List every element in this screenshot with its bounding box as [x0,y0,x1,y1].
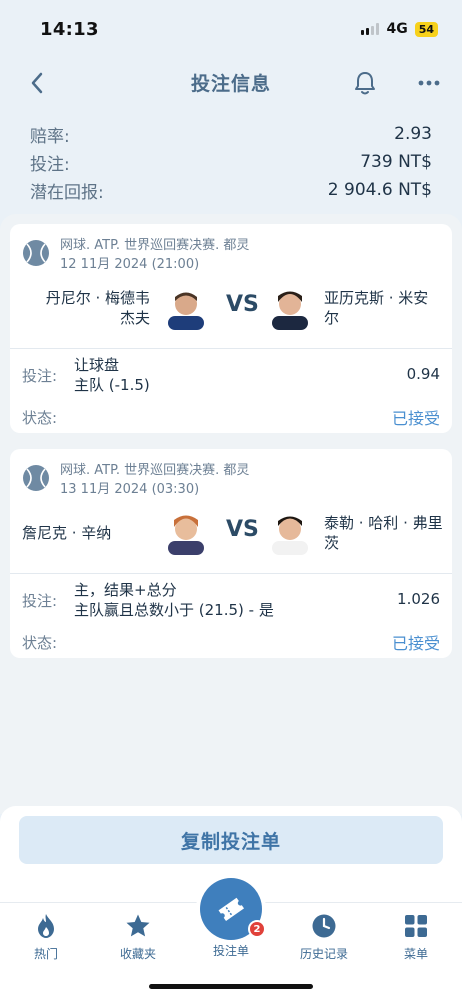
network-label: 4G [386,21,408,37]
card-header: 网球. ATP. 世界巡回赛决赛. 都灵 13 11月 2024 (03:30) [10,449,452,507]
away-team: 泰勒 · 哈利 · 弗里 茨 [324,513,448,553]
away-team-name: 泰勒 · 哈利 · 弗里 [324,514,443,532]
versus-label: VS [226,517,259,542]
home-team: 詹尼克 · 辛纳 [22,513,150,543]
bet-market: 主，结果+总分 [74,581,177,599]
tab-hot[interactable]: 热门 [6,911,86,962]
player-avatar [168,515,204,555]
card-header: 网球. ATP. 世界巡回赛决赛. 都灵 12 11月 2024 (21:00) [10,224,452,282]
bet-label: 投注: [22,592,58,610]
return-label: 潜在回报: [30,182,104,203]
home-team-name: 丹尼尔 · 梅德韦 [45,289,150,307]
bet-label: 投注: [22,367,58,385]
flame-icon [38,914,54,938]
league-name: 网球. ATP. 世界巡回赛决赛. 都灵 [60,463,250,478]
ticket-icon [218,897,245,922]
tab-history[interactable]: 历史记录 [284,911,364,962]
stake-label: 投注: [30,154,70,175]
bell-icon [355,72,375,95]
bet-selection: 主队 (-1.5) [74,376,150,394]
player-avatar [168,292,204,330]
tab-menu[interactable]: 菜单 [376,911,456,962]
tab-menu-label: 菜单 [403,947,428,961]
bet-market: 让球盘 [74,356,120,374]
stake-row: 投注: 739 NT$ [30,148,432,176]
odds-row: 赔率: 2.93 [30,120,432,148]
tab-betslip-label: 投注单 [212,944,249,958]
bet-card[interactable]: 网球. ATP. 世界巡回赛决赛. 都灵 13 11月 2024 (03:30)… [10,449,452,658]
bet-summary: 赔率: 2.93 投注: 739 NT$ 潜在回报: 2 904.6 NT$ [30,120,432,204]
more-options-button[interactable] [414,68,444,98]
signal-icon [361,23,380,35]
star-icon [126,914,150,937]
state-label: 状态: [22,634,58,652]
league-name: 网球. ATP. 世界巡回赛决赛. 都灵 [60,238,250,253]
bet-details: 主，结果+总分 主队赢且总数小于 (21.5) - 是 [74,580,274,620]
bets-sheet: 网球. ATP. 世界巡回赛决赛. 都灵 12 11月 2024 (21:00)… [0,214,462,814]
tennis-ball-icon [23,465,49,491]
betslip-count-badge: 2 [248,920,266,938]
return-value: 2 904.6 NT$ [327,180,432,200]
state-row: 状态: 已接受 [10,628,452,658]
home-team: 丹尼尔 · 梅德韦 杰夫 [22,288,150,328]
match-date: 13 11月 2024 (03:30) [60,482,200,497]
match-date: 12 11月 2024 (21:00) [60,257,200,272]
stake-value: 739 NT$ [360,152,432,172]
grid-menu-icon [405,915,427,937]
home-team-name: 詹尼克 · 辛纳 [22,524,112,542]
status-time: 14:13 [40,18,99,40]
odds-value: 2.93 [394,124,432,144]
away-team-name-cont: 尔 [324,309,340,327]
more-dots-icon [418,80,440,86]
status-indicators: 4G 54 [361,21,438,37]
return-row: 潜在回报: 2 904.6 NT$ [30,176,432,204]
copy-betslip-button[interactable]: 复制投注单 [19,816,443,864]
app-header: 投注信息 [0,58,462,106]
notifications-button[interactable] [350,68,380,98]
player-avatar [272,291,308,330]
away-team: 亚历克斯 · 米安 尔 [324,288,448,328]
bet-odds: 0.94 [406,365,440,383]
bet-details: 让球盘 主队 (-1.5) [74,355,150,395]
tab-hot-label: 热门 [33,947,58,961]
tab-favorites[interactable]: 收藏夹 [98,911,178,962]
match-teams: 丹尼尔 · 梅德韦 杰夫 VS 亚历克斯 · 米安 尔 [10,282,452,348]
status-bar: 14:13 4G 54 [0,0,462,58]
clock-icon [312,914,336,938]
bet-card[interactable]: 网球. ATP. 世界巡回赛决赛. 都灵 12 11月 2024 (21:00)… [10,224,452,433]
bet-odds: 1.026 [397,590,440,608]
chevron-left-icon [31,72,43,94]
status-accepted: 已接受 [391,409,440,428]
back-button[interactable] [22,68,52,98]
tab-history-label: 历史记录 [299,947,348,961]
bet-row: 投注: 主，结果+总分 主队赢且总数小于 (21.5) - 是 1.026 [10,574,452,628]
odds-label: 赔率: [30,126,70,147]
home-indicator [149,984,313,989]
home-team-name-cont: 杰夫 [119,309,150,327]
page-title: 投注信息 [190,72,271,95]
match-teams: 詹尼克 · 辛纳 VS 泰勒 · 哈利 · 弗里 茨 [10,507,452,573]
away-team-name-cont: 茨 [324,534,340,552]
tab-favorites-label: 收藏夹 [119,947,156,961]
player-avatar [272,516,308,555]
versus-label: VS [226,292,259,317]
bet-row: 投注: 让球盘 主队 (-1.5) 0.94 [10,349,452,403]
battery-icon: 54 [414,21,438,37]
state-label: 状态: [22,409,58,427]
state-row: 状态: 已接受 [10,403,452,433]
tennis-ball-icon [23,240,49,266]
status-accepted: 已接受 [391,634,440,653]
away-team-name: 亚历克斯 · 米安 [324,289,429,307]
bet-selection: 主队赢且总数小于 (21.5) - 是 [74,601,274,619]
